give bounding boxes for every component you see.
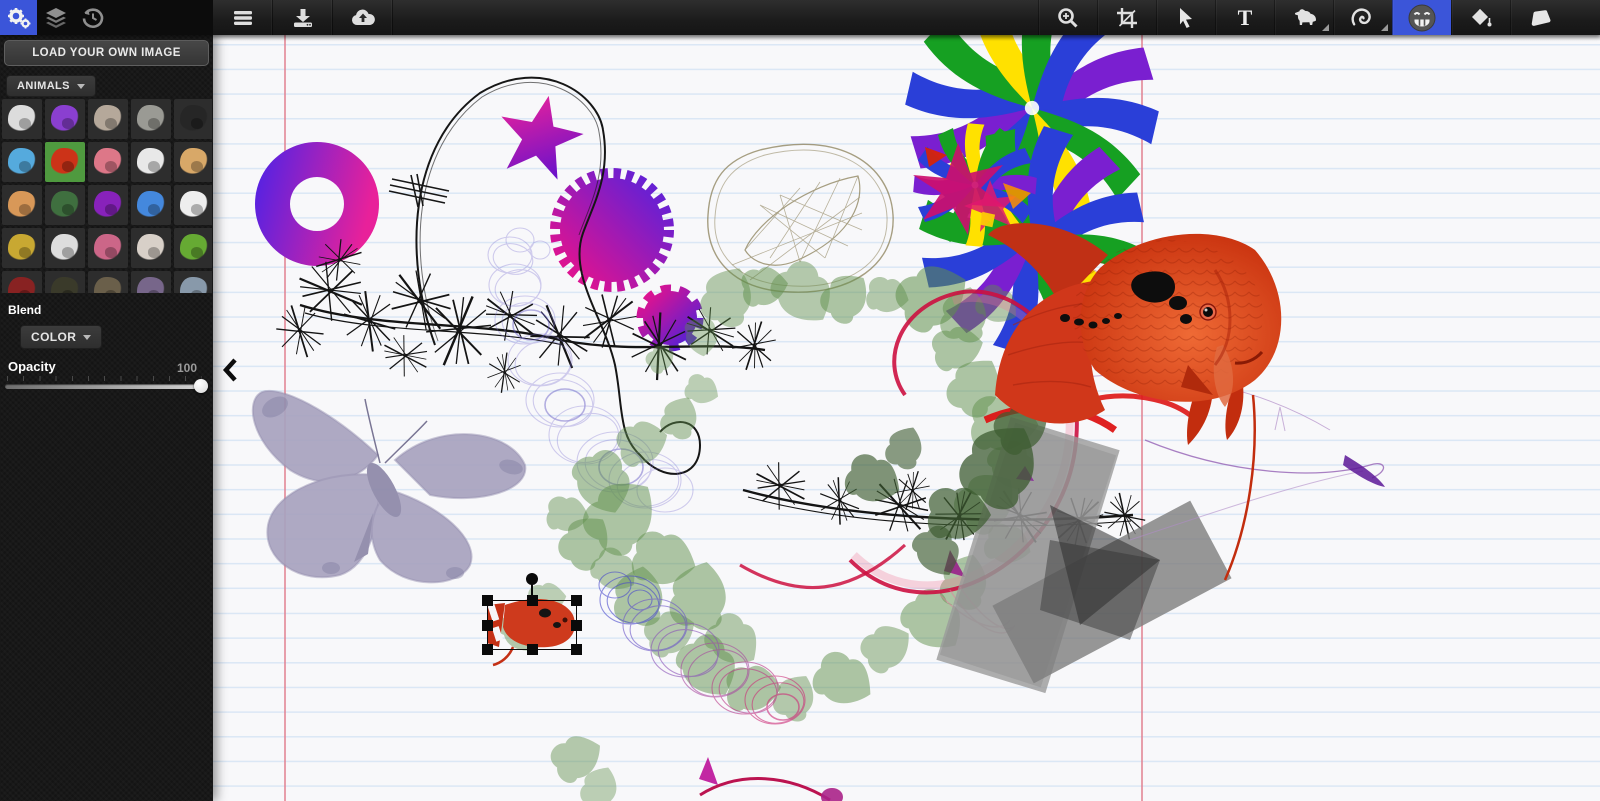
resize-handle-mid-left[interactable] — [482, 619, 493, 631]
zoom-tool-button[interactable] — [1038, 0, 1097, 35]
grinning-face-icon — [1407, 3, 1437, 33]
cursor-arrow-icon — [1175, 6, 1197, 30]
resize-handle-top-right[interactable] — [571, 595, 582, 606]
menu-button[interactable] — [213, 0, 273, 35]
stamp-sidebar: LOAD YOUR OWN IMAGE ANIMALS Blend COLOR — [0, 35, 213, 801]
stamp-gradient-star[interactable] — [491, 87, 590, 183]
file-tools — [213, 0, 393, 35]
stamp-thumb-green-ghost[interactable] — [45, 185, 85, 225]
download-tray-icon — [291, 7, 315, 29]
cloud-upload-icon — [350, 7, 376, 29]
stamp-grid — [2, 99, 212, 293]
stamp-thumb-lucky-cat[interactable] — [131, 228, 171, 268]
category-dropdown[interactable]: ANIMALS — [6, 75, 96, 97]
swirl-brush-tool-button[interactable] — [1333, 0, 1392, 35]
layers-button[interactable] — [37, 0, 74, 35]
resize-handle-bottom-right[interactable] — [571, 644, 582, 655]
stamp-thumb-hermit-crab[interactable] — [88, 271, 128, 293]
spiral-icon — [1351, 6, 1375, 30]
history-button[interactable] — [74, 0, 111, 35]
stamp-thumb-white-cat[interactable] — [174, 185, 212, 225]
stamp-thumb-blue-butterfly[interactable] — [131, 185, 171, 225]
stamp-thumb-octopus-sketch[interactable] — [131, 142, 171, 182]
stamp-thumb-blue-fairy-cat[interactable] — [2, 142, 42, 182]
opacity-value: 100 — [176, 361, 197, 375]
stamp-gray-butterfly[interactable] — [251, 389, 527, 584]
fill-tool-button[interactable] — [1451, 0, 1510, 35]
rotation-handle[interactable] — [526, 573, 538, 585]
stamp-thumb-cow[interactable] — [2, 99, 42, 139]
opacity-slider[interactable] — [5, 376, 208, 398]
stamp-thumb-flowerhorn-fish-selected[interactable] — [45, 142, 85, 182]
animal-brush-tool-button[interactable] — [1274, 0, 1333, 35]
upload-button[interactable] — [333, 0, 393, 35]
bear-icon — [1290, 7, 1318, 29]
stamp-thumb-monster-truck[interactable] — [174, 228, 212, 268]
stamp-thumb-tabby-cat[interactable] — [2, 185, 42, 225]
sidebar-collapse-button[interactable] — [221, 357, 241, 383]
paint-bucket-icon — [1468, 6, 1494, 30]
crop-icon — [1115, 6, 1139, 30]
stamp-thumb-goldfish[interactable] — [2, 228, 42, 268]
stamp-thumb-rainbow-seahorse[interactable] — [45, 99, 85, 139]
stamp-selection-box[interactable] — [482, 573, 582, 655]
history-clock-icon — [80, 6, 106, 30]
stamp-thumb-triceratops[interactable] — [131, 99, 171, 139]
crop-tool-button[interactable] — [1097, 0, 1156, 35]
resize-handle-mid-right[interactable] — [571, 619, 582, 631]
stamp-thumb-whale[interactable] — [174, 271, 212, 293]
text-tool-button[interactable]: T — [1215, 0, 1274, 35]
top-toolbar: T — [0, 0, 1600, 35]
hamburger-icon — [232, 8, 254, 28]
chevron-down-icon — [83, 334, 92, 340]
stamp-thumb-duck[interactable] — [45, 271, 85, 293]
slider-track[interactable] — [5, 384, 208, 389]
gears-icon — [6, 6, 32, 30]
settings-button[interactable] — [0, 0, 37, 35]
resize-handle-bottom-left[interactable] — [482, 644, 493, 655]
letter-T-icon: T — [1233, 6, 1257, 30]
stamp-gradient-ring[interactable] — [255, 142, 380, 266]
resize-handle-bottom-center[interactable] — [526, 644, 538, 655]
drawing-canvas[interactable] — [213, 35, 1600, 801]
stamp-thumb-black-cat[interactable] — [174, 99, 212, 139]
stamp-thumb-purple-dinosaur[interactable] — [88, 185, 128, 225]
blend-mode-value: COLOR — [31, 330, 77, 344]
pointer-tool-button[interactable] — [1156, 0, 1215, 35]
stamp-thumb-stegosaurus[interactable] — [88, 99, 128, 139]
sticker-stamp-tool-button[interactable] — [1392, 0, 1451, 35]
stamp-thumb-purple-octopus[interactable] — [131, 271, 171, 293]
load-own-image-button[interactable]: LOAD YOUR OWN IMAGE — [4, 40, 209, 66]
slider-knob[interactable] — [194, 379, 208, 393]
layers-icon — [43, 6, 69, 30]
stamp-thumb-rainbow-cloud[interactable] — [88, 228, 128, 268]
stamp-gradient-gear[interactable] — [550, 168, 674, 292]
stamp-thumb-tan-kitten[interactable] — [174, 142, 212, 182]
stamp-thumb-zebra[interactable] — [45, 228, 85, 268]
slider-ticks — [7, 376, 202, 381]
chevron-down-icon — [76, 83, 85, 89]
resize-handle-top-center[interactable] — [526, 595, 538, 606]
blend-mode-dropdown[interactable]: COLOR — [20, 325, 103, 349]
resize-handle-top-left[interactable] — [482, 595, 493, 606]
category-dropdown-label: ANIMALS — [17, 80, 70, 92]
blend-label: Blend — [8, 303, 42, 317]
magnifier-plus-icon — [1056, 6, 1080, 30]
corner-tools — [0, 0, 213, 35]
svg-text:T: T — [1238, 6, 1253, 30]
tool-strip: T — [1038, 0, 1569, 35]
stamp-thumb-red-ninja[interactable] — [2, 271, 42, 293]
placed-stamps-layer — [251, 35, 1385, 801]
download-button[interactable] — [273, 0, 333, 35]
stamp-thumb-pink-cat[interactable] — [88, 142, 128, 182]
eraser-tool-button[interactable] — [1510, 0, 1569, 35]
eraser-icon — [1526, 7, 1554, 29]
opacity-label: Opacity — [8, 359, 56, 374]
